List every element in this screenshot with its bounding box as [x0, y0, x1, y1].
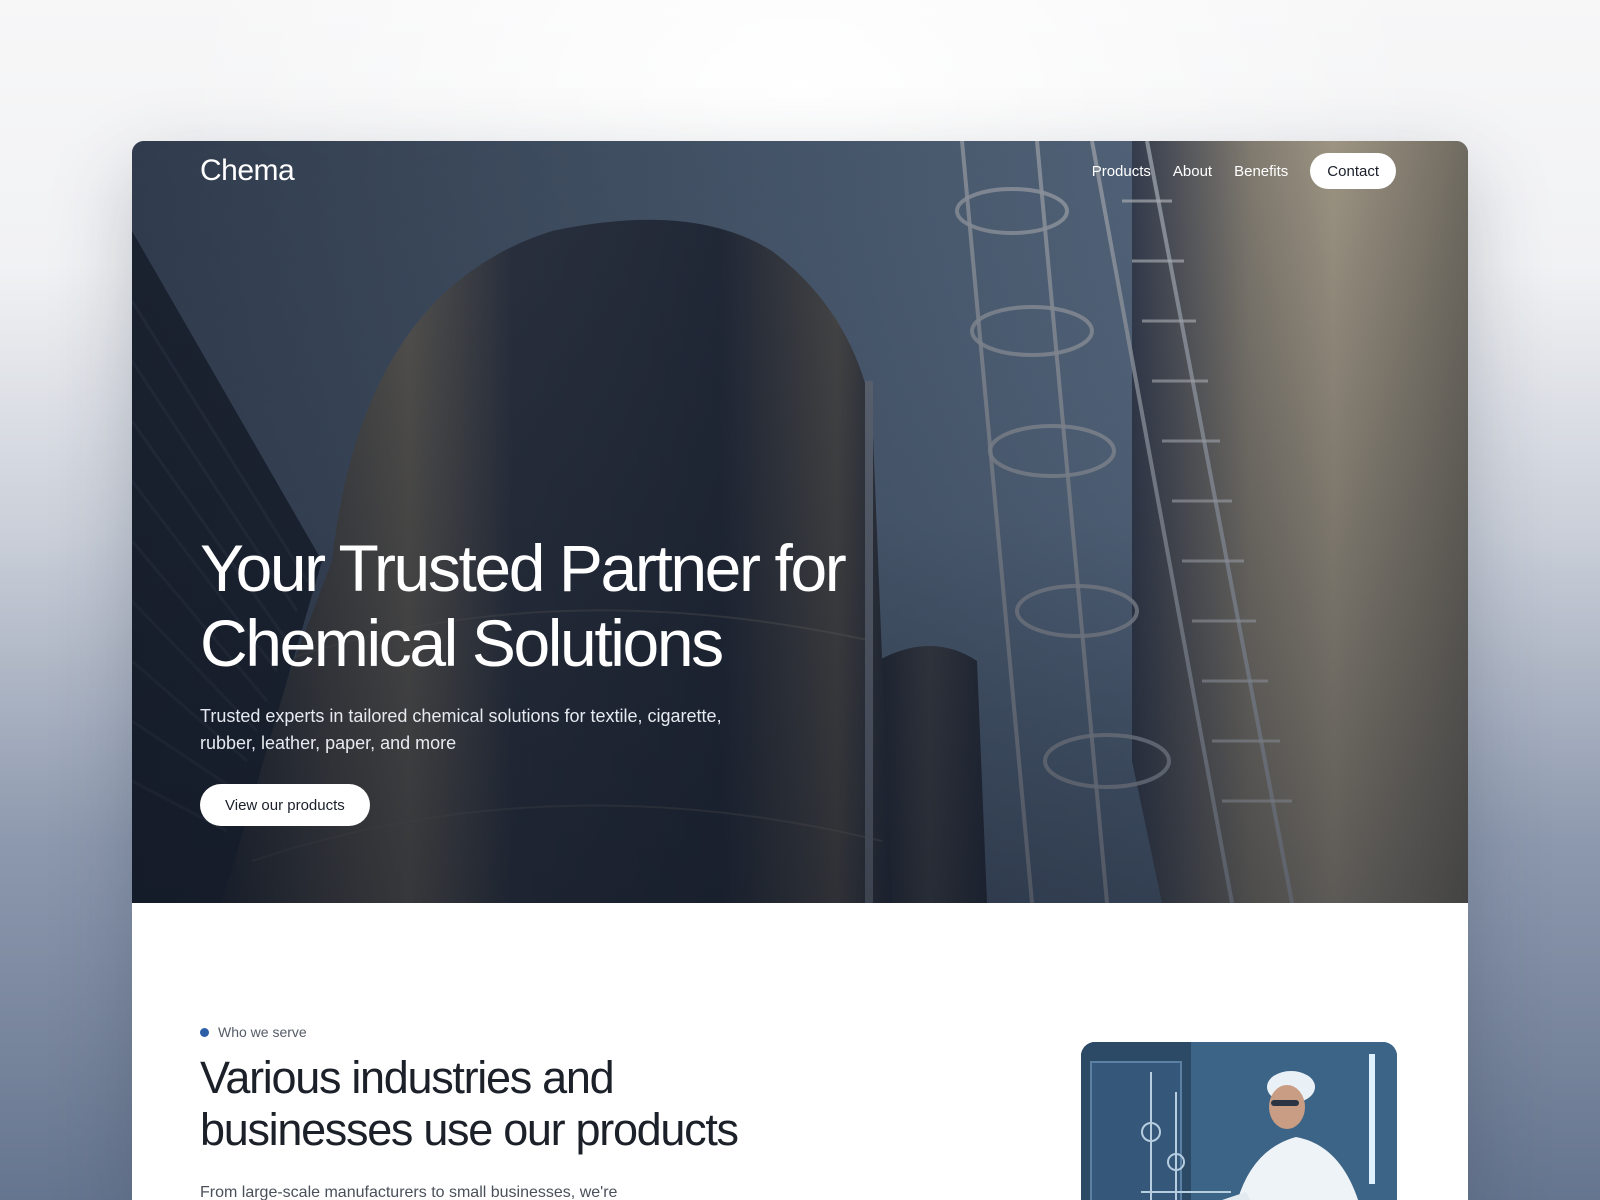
who-we-serve-section: Who we serve Various industries and busi… — [132, 903, 1468, 1200]
top-navbar: Chema Products About Benefits Contact — [200, 153, 1396, 189]
brand-logo[interactable]: Chema — [200, 154, 295, 188]
nav-link-benefits[interactable]: Benefits — [1234, 163, 1288, 180]
hero-copy: Your Trusted Partner for Chemical Soluti… — [200, 531, 960, 826]
browser-frame: Chema Products About Benefits Contact Yo… — [132, 141, 1468, 1200]
hero-section: Chema Products About Benefits Contact Yo… — [132, 141, 1468, 903]
lab-scientist-image — [1081, 1042, 1397, 1200]
section-description: From large-scale manufacturers to small … — [200, 1184, 618, 1200]
hero-title-line-1: Your Trusted Partner for — [200, 531, 847, 605]
hero-subtitle-line-1: Trusted experts in tailored chemical sol… — [200, 706, 722, 726]
view-products-button[interactable]: View our products — [200, 784, 370, 826]
lab-scene-graphic — [1081, 1042, 1397, 1200]
contact-button[interactable]: Contact — [1310, 153, 1396, 189]
nav-link-about[interactable]: About — [1173, 163, 1212, 180]
eyebrow-dot-icon — [200, 1027, 209, 1037]
hero-title: Your Trusted Partner for Chemical Soluti… — [200, 531, 960, 681]
section-title: Various industries and businesses use ou… — [200, 1052, 900, 1156]
nav-links: Products About Benefits Contact — [1092, 153, 1396, 189]
section-eyebrow: Who we serve — [200, 1024, 307, 1040]
nav-link-products[interactable]: Products — [1092, 163, 1151, 180]
section-title-line-1: Various industries and — [200, 1052, 615, 1103]
section-title-line-2: businesses use our products — [200, 1104, 739, 1155]
hero-subtitle: Trusted experts in tailored chemical sol… — [200, 703, 760, 757]
eyebrow-label: Who we serve — [218, 1024, 307, 1040]
hero-title-line-2: Chemical Solutions — [200, 606, 724, 680]
hero-subtitle-line-2: rubber, leather, paper, and more — [200, 733, 457, 753]
